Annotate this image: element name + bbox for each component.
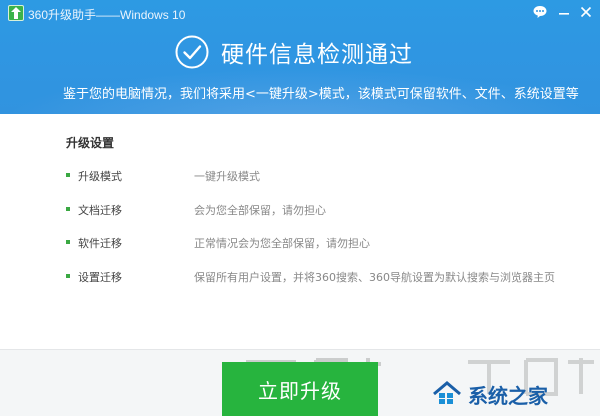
site-logo: 系统之家 xyxy=(432,377,592,411)
site-logo-text: 系统之家 xyxy=(468,383,548,408)
bullet-icon xyxy=(66,274,70,278)
row-value: 正常情况会为您全部保留，请勿担心 xyxy=(194,237,370,250)
house-logo-icon xyxy=(433,381,461,404)
settings-title: 升级设置 xyxy=(66,136,115,150)
window-title: 360升级助手——Windows 10 xyxy=(28,8,186,22)
footer-bar: 立即升级 系统之家 xyxy=(0,349,600,416)
row-value: 一键升级模式 xyxy=(194,170,260,183)
headline: 硬件信息检测通过 xyxy=(175,34,413,70)
upgrade-mode-description: 鉴于您的电脑情况，我们将采用<一键升级>模式，该模式可保留软件、文件、系统设置等 xyxy=(63,87,579,102)
title-bar: 360升级助手——Windows 10 xyxy=(0,0,600,26)
headline-text: 硬件信息检测通过 xyxy=(221,42,413,68)
row-label: 设置迁移 xyxy=(78,271,122,284)
bullet-icon xyxy=(66,173,70,177)
close-icon[interactable] xyxy=(578,4,594,20)
bullet-icon xyxy=(66,240,70,244)
chat-bubble-icon[interactable] xyxy=(532,4,548,20)
header-banner: 360升级助手——Windows 10 硬件信息检测通过 鉴于您的电脑情况，我们… xyxy=(0,0,600,114)
upgrade-now-button[interactable]: 立即升级 xyxy=(222,362,378,416)
check-circle-icon xyxy=(175,35,209,69)
minimize-icon[interactable] xyxy=(556,4,572,20)
row-value: 保留所有用户设置，并将360搜索、360导航设置为默认搜索与浏览器主页 xyxy=(194,271,555,284)
row-label: 文档迁移 xyxy=(78,204,122,217)
row-label: 软件迁移 xyxy=(78,237,122,250)
row-value: 会为您全部保留，请勿担心 xyxy=(194,204,326,217)
bullet-icon xyxy=(66,207,70,211)
app-upgrade-icon xyxy=(8,5,24,21)
row-label: 升级模式 xyxy=(78,170,122,183)
